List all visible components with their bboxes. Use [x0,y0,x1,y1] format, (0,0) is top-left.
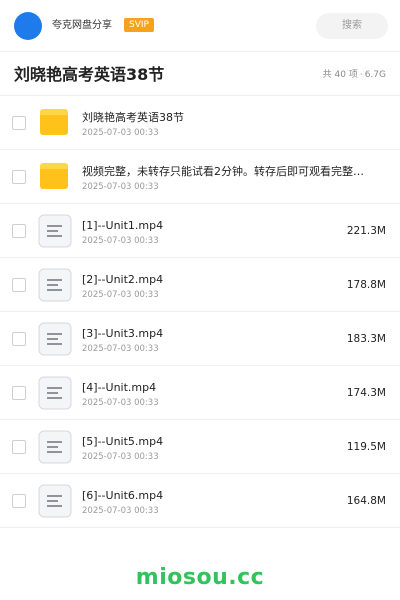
file-name: 刘晓艳高考英语38节 [82,111,184,124]
file-list: 刘晓艳高考英语38节 2025-07-03 00:33 视频完整，未转存只能试看… [0,96,400,528]
list-item[interactable]: [4]--Unit.mp4 2025-07-03 00:33 174.3M [0,366,400,420]
file-date: 2025-07-03 00:33 [82,452,159,462]
avatar[interactable] [14,12,42,40]
document-icon [38,376,72,410]
file-date: 2025-07-03 00:33 [82,128,159,138]
svip-badge: SVIP [124,18,154,32]
total-size: 6.7G [364,70,386,80]
file-size: 178.8M [346,279,386,291]
file-name: [6]--Unit6.mp4 [82,489,164,502]
item-count: 共 40 项 [322,70,358,80]
document-icon [38,214,72,248]
search-button[interactable]: 搜索 [316,13,388,39]
folder-meta: 共 40 项 · 6.7G [323,69,386,81]
file-name: [2]--Unit2.mp4 [82,273,164,286]
brand-name: 夸克网盘分享 [52,20,112,31]
folder-icon [40,109,68,135]
document-icon [38,322,72,356]
file-name: [5]--Unit5.mp4 [82,435,164,448]
file-size: 164.8M [346,495,386,507]
file-size: 221.3M [346,225,386,237]
select-checkbox[interactable] [12,440,26,454]
list-item[interactable]: 刘晓艳高考英语38节 2025-07-03 00:33 [0,96,400,150]
file-name: [1]--Unit1.mp4 [82,219,164,232]
file-date: 2025-07-03 00:33 [82,236,159,246]
document-icon [38,268,72,302]
file-name: 视频完整，未转存只能试看2分钟。转存后即可观看完整… [82,165,364,178]
file-size: 174.3M [346,387,386,399]
select-checkbox[interactable] [12,278,26,292]
top-bar: 夸克网盘分享 SVIP 搜索 [0,0,400,52]
list-item[interactable]: [3]--Unit3.mp4 2025-07-03 00:33 183.3M [0,312,400,366]
select-checkbox[interactable] [12,170,26,184]
meta-separator: · [359,70,363,80]
file-date: 2025-07-03 00:33 [82,290,159,300]
file-date: 2025-07-03 00:33 [82,398,159,408]
page-title: 刘晓艳高考英语38节 [14,65,165,84]
list-item[interactable]: [5]--Unit5.mp4 2025-07-03 00:33 119.5M [0,420,400,474]
select-checkbox[interactable] [12,224,26,238]
file-size: 183.3M [346,333,386,345]
file-size: 119.5M [346,441,386,453]
document-icon [38,430,72,464]
file-date: 2025-07-03 00:33 [82,506,159,516]
file-name: [3]--Unit3.mp4 [82,327,164,340]
list-item[interactable]: [2]--Unit2.mp4 2025-07-03 00:33 178.8M [0,258,400,312]
file-date: 2025-07-03 00:33 [82,182,159,192]
select-checkbox[interactable] [12,494,26,508]
title-bar: 刘晓艳高考英语38节 共 40 项 · 6.7G [0,52,400,96]
list-item[interactable]: [6]--Unit6.mp4 2025-07-03 00:33 164.8M [0,474,400,528]
select-checkbox[interactable] [12,332,26,346]
watermark: miosou.cc [135,565,265,590]
folder-icon [40,163,68,189]
file-name: [4]--Unit.mp4 [82,381,157,394]
file-date: 2025-07-03 00:33 [82,344,159,354]
select-checkbox[interactable] [12,116,26,130]
list-item[interactable]: 视频完整，未转存只能试看2分钟。转存后即可观看完整… 2025-07-03 00… [0,150,400,204]
list-item[interactable]: [1]--Unit1.mp4 2025-07-03 00:33 221.3M [0,204,400,258]
select-checkbox[interactable] [12,386,26,400]
document-icon [38,484,72,518]
